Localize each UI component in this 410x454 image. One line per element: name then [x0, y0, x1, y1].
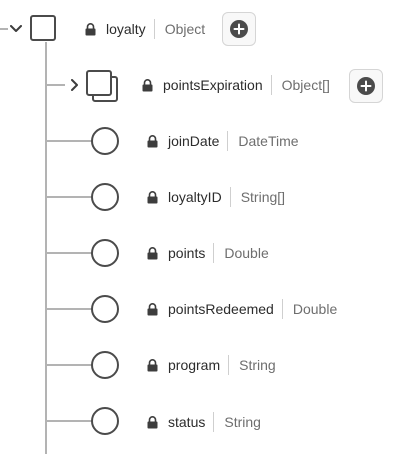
field-name: pointsExpiration: [163, 77, 263, 93]
lock-icon: [84, 22, 96, 36]
connector-program: [47, 364, 93, 366]
field-row-status[interactable]: status String: [146, 407, 261, 437]
field-type: String: [239, 357, 276, 373]
field-row-program[interactable]: program String: [146, 350, 276, 380]
add-field-button[interactable]: [222, 12, 256, 46]
field-row-points[interactable]: points Double: [146, 238, 269, 268]
lock-icon: [146, 134, 158, 148]
field-name: joinDate: [168, 133, 220, 149]
object-array-icon-front: [86, 70, 112, 96]
children-vertical-line: [45, 42, 47, 454]
field-type: Double: [224, 245, 269, 261]
lock-icon: [146, 415, 158, 429]
divider: [229, 187, 231, 207]
field-row-loyaltyID[interactable]: loyaltyID String[]: [146, 182, 285, 212]
connector-pointsExpiration: [47, 84, 65, 86]
field-name: pointsRedeemed: [168, 301, 274, 317]
field-name: status: [168, 414, 206, 430]
field-type: Object[]: [281, 77, 330, 93]
field-circle-icon: [91, 239, 119, 267]
divider: [153, 19, 155, 39]
field-row-pointsRedeemed[interactable]: pointsRedeemed Double: [146, 294, 337, 324]
lock-icon: [146, 246, 158, 260]
chevron-down-icon[interactable]: [8, 21, 24, 37]
field-name: points: [168, 245, 206, 261]
divider: [213, 412, 215, 432]
field-circle-icon: [91, 351, 119, 379]
add-field-icon: [357, 77, 375, 95]
divider: [270, 75, 272, 95]
field-circle-icon: [91, 295, 119, 323]
field-row-pointsExpiration[interactable]: pointsExpiration Object[]: [141, 70, 330, 100]
field-type: Object: [164, 21, 206, 37]
connector-pointsRedeemed: [47, 308, 93, 310]
connector-points: [47, 252, 93, 254]
object-square-icon: [30, 15, 56, 41]
chevron-right-icon[interactable]: [67, 77, 83, 93]
lock-icon: [141, 78, 153, 92]
lock-icon: [146, 358, 158, 372]
divider: [228, 355, 230, 375]
lock-icon: [146, 190, 158, 204]
field-type: String[]: [240, 189, 286, 205]
connector-joinDate: [47, 140, 93, 142]
object-array-icon: [86, 70, 120, 104]
field-circle-icon: [91, 407, 119, 435]
add-field-button[interactable]: [349, 69, 383, 103]
connector-status: [47, 420, 93, 422]
root-connector-line: [0, 28, 8, 30]
connector-loyaltyID: [47, 196, 93, 198]
field-type: Double: [292, 301, 338, 317]
divider: [213, 243, 215, 263]
field-circle-icon: [91, 183, 119, 211]
field-name: loyalty: [106, 21, 146, 37]
field-type: DateTime: [238, 133, 299, 149]
field-row-joinDate[interactable]: joinDate DateTime: [146, 126, 299, 156]
lock-icon: [146, 302, 158, 316]
divider: [227, 131, 229, 151]
field-circle-icon: [91, 127, 119, 155]
field-type: String: [224, 414, 261, 430]
divider: [281, 299, 283, 319]
field-name: loyaltyID: [168, 189, 222, 205]
field-name: program: [168, 357, 221, 373]
add-field-icon: [230, 20, 248, 38]
field-row-loyalty[interactable]: loyalty Object: [84, 14, 205, 44]
